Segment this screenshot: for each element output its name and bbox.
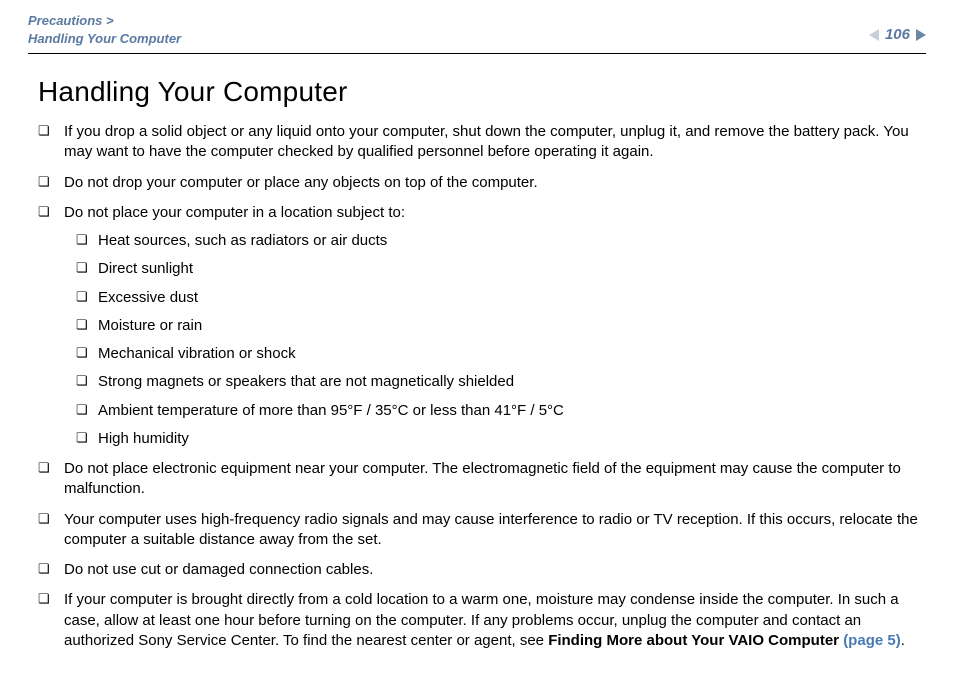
sub-list-item: Moisture or rain — [98, 316, 920, 336]
list-item: Do not place your computer in a location… — [60, 203, 920, 449]
next-page-icon[interactable] — [916, 29, 926, 41]
precautions-list: If you drop a solid object or any liquid… — [38, 122, 920, 651]
breadcrumb: Precautions > Handling Your Computer — [28, 12, 181, 47]
list-item: Do not place electronic equipment near y… — [60, 459, 920, 500]
item-text: Do not place your computer in a location… — [64, 204, 405, 221]
item-text: Do not use cut or damaged connection cab… — [64, 561, 373, 578]
list-item: If you drop a solid object or any liquid… — [60, 122, 920, 163]
sub-list-item: Direct sunlight — [98, 259, 920, 279]
sub-list-item: Ambient temperature of more than 95°F / … — [98, 401, 920, 421]
sub-list: Heat sources, such as radiators or air d… — [64, 231, 920, 449]
sub-list-item: Excessive dust — [98, 288, 920, 308]
item-text-post: . — [901, 632, 905, 649]
item-text: Your computer uses high-frequency radio … — [64, 511, 918, 548]
page-nav: 106 — [869, 26, 926, 43]
sub-list-item: High humidity — [98, 429, 920, 449]
item-text: Do not place electronic equipment near y… — [64, 460, 901, 497]
page-link[interactable]: (page 5) — [843, 632, 901, 649]
sub-list-item: Mechanical vibration or shock — [98, 344, 920, 364]
list-item: Do not drop your computer or place any o… — [60, 173, 920, 193]
list-item: Your computer uses high-frequency radio … — [60, 510, 920, 551]
item-text: Do not drop your computer or place any o… — [64, 174, 538, 191]
breadcrumb-page: Handling Your Computer — [28, 30, 181, 48]
content-area: Handling Your Computer If you drop a sol… — [28, 76, 926, 651]
prev-page-icon[interactable] — [869, 29, 879, 41]
item-text: If you drop a solid object or any liquid… — [64, 123, 909, 160]
sub-list-item: Strong magnets or speakers that are not … — [98, 372, 920, 392]
document-page: Precautions > Handling Your Computer 106… — [0, 0, 954, 674]
bold-text: Finding More about Your VAIO Computer — [548, 632, 843, 649]
breadcrumb-section: Precautions > — [28, 12, 181, 30]
page-header: Precautions > Handling Your Computer 106 — [28, 12, 926, 54]
page-title: Handling Your Computer — [38, 76, 920, 108]
list-item: If your computer is brought directly fro… — [60, 590, 920, 651]
page-number: 106 — [885, 26, 910, 43]
list-item: Do not use cut or damaged connection cab… — [60, 560, 920, 580]
sub-list-item: Heat sources, such as radiators or air d… — [98, 231, 920, 251]
